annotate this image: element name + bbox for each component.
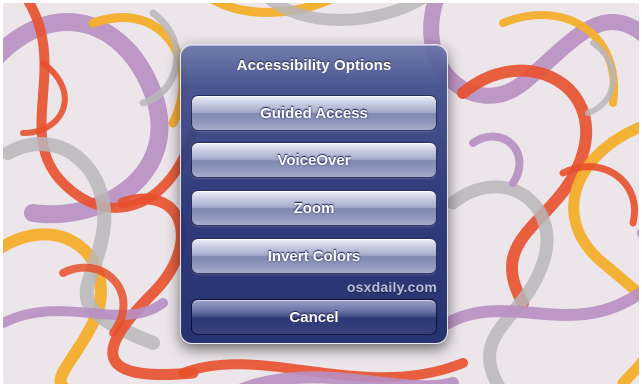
guided-access-button[interactable]: Guided Access [191, 95, 437, 131]
ipad-screen: Accessibility Options Guided Access Voic… [3, 3, 639, 384]
watermark-text: osxdaily.com [346, 279, 437, 295]
invert-colors-button[interactable]: Invert Colors [191, 238, 437, 274]
voiceover-button[interactable]: VoiceOver [191, 142, 437, 178]
wallpaper-stroke [265, 3, 427, 26]
dialog-title: Accessibility Options [236, 57, 392, 74]
wallpaper-stroke [446, 180, 554, 384]
wallpaper-stroke [3, 13, 169, 224]
accessibility-options-dialog: Accessibility Options Guided Access Voic… [180, 44, 448, 344]
zoom-button[interactable]: Zoom [191, 190, 437, 226]
wallpaper-stroke [469, 132, 524, 187]
cancel-button[interactable]: Cancel [191, 299, 437, 335]
